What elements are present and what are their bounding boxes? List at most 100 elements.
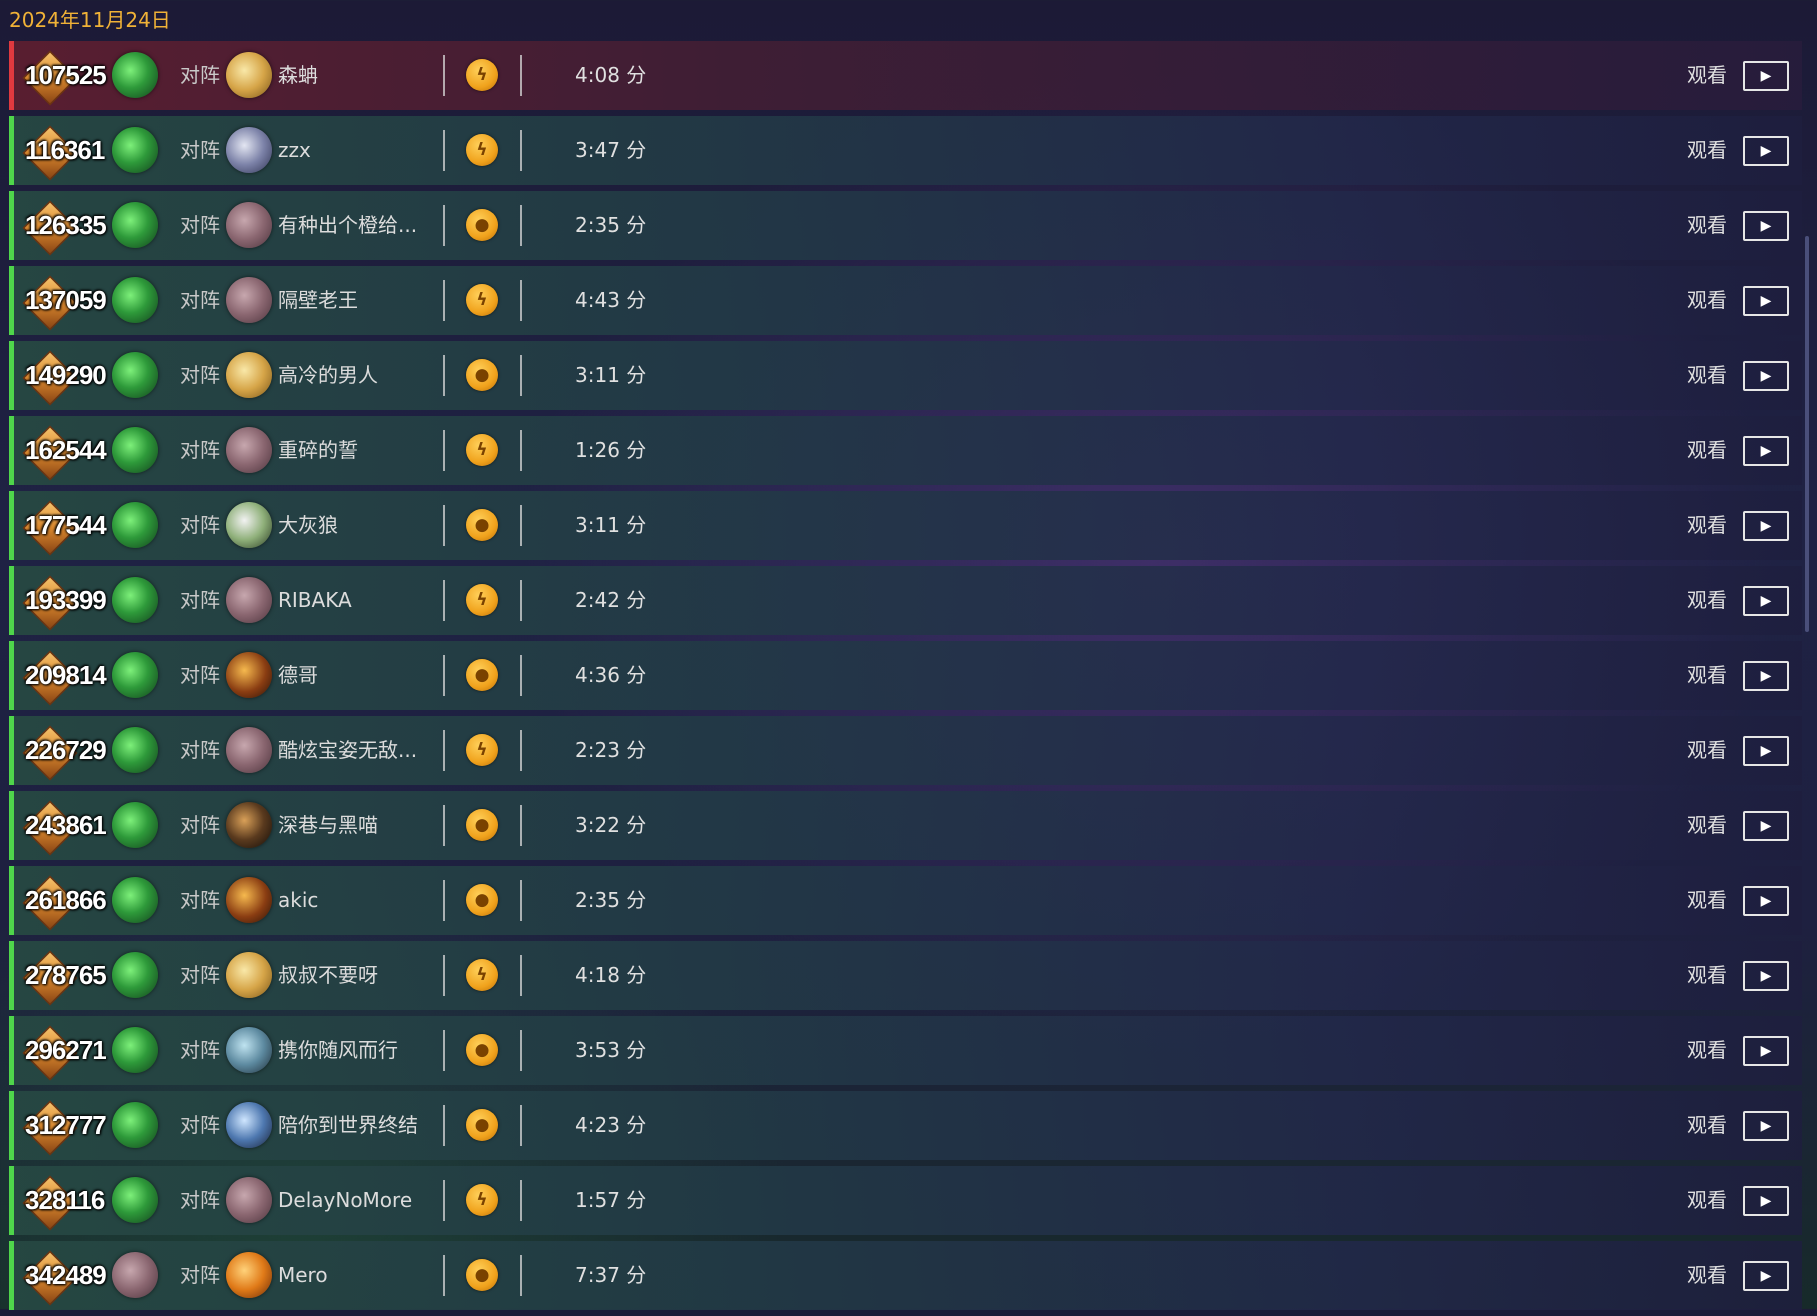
player-hero-icon bbox=[112, 802, 158, 848]
watch-label[interactable]: 观看 bbox=[1687, 1016, 1727, 1085]
play-icon: ▶ bbox=[1760, 443, 1772, 459]
coin-icon: ● bbox=[466, 359, 498, 391]
play-button[interactable]: ▶ bbox=[1743, 1261, 1789, 1291]
result-bar bbox=[9, 1166, 14, 1235]
divider bbox=[443, 1255, 445, 1296]
match-row[interactable]: 126335 对阵 有种出个橙给... ● 2:35 分 观看 ▶ bbox=[9, 191, 1802, 260]
match-row[interactable]: 177544 对阵 大灰狼 ● 3:11 分 观看 ▶ bbox=[9, 491, 1802, 560]
play-button[interactable]: ▶ bbox=[1743, 511, 1789, 541]
watch-label[interactable]: 观看 bbox=[1687, 866, 1727, 935]
match-row[interactable]: 328116 对阵 DelayNoMore ϟ 1:57 分 观看 ▶ bbox=[9, 1166, 1802, 1235]
match-row[interactable]: 116361 对阵 zzx ϟ 3:47 分 观看 ▶ bbox=[9, 116, 1802, 185]
divider bbox=[520, 205, 522, 246]
match-row[interactable]: 137059 对阵 隔壁老王 ϟ 4:43 分 观看 ▶ bbox=[9, 266, 1802, 335]
result-bar bbox=[9, 266, 14, 335]
divider bbox=[520, 55, 522, 96]
play-button[interactable]: ▶ bbox=[1743, 661, 1789, 691]
player-hero-icon bbox=[112, 502, 158, 548]
play-button[interactable]: ▶ bbox=[1743, 136, 1789, 166]
scrollbar[interactable] bbox=[1805, 236, 1809, 632]
watch-label[interactable]: 观看 bbox=[1687, 566, 1727, 635]
watch-label[interactable]: 观看 bbox=[1687, 41, 1727, 110]
versus-label: 对阵 bbox=[180, 438, 220, 462]
player-hero-icon bbox=[112, 202, 158, 248]
play-button[interactable]: ▶ bbox=[1743, 961, 1789, 991]
watch-label[interactable]: 观看 bbox=[1687, 941, 1727, 1010]
opponent-name: DelayNoMore bbox=[278, 1188, 413, 1212]
play-button[interactable]: ▶ bbox=[1743, 361, 1789, 391]
watch-label[interactable]: 观看 bbox=[1687, 266, 1727, 335]
divider bbox=[520, 805, 522, 846]
match-row[interactable]: 261866 对阵 akic ● 2:35 分 观看 ▶ bbox=[9, 866, 1802, 935]
result-bar bbox=[9, 641, 14, 710]
versus-label: 对阵 bbox=[180, 288, 220, 312]
match-row[interactable]: 209814 对阵 德哥 ● 4:36 分 观看 ▶ bbox=[9, 641, 1802, 710]
play-button[interactable]: ▶ bbox=[1743, 286, 1789, 316]
opponent-name: 叔叔不要呀 bbox=[278, 963, 378, 987]
match-row[interactable]: 296271 对阵 携你随风而行 ● 3:53 分 观看 ▶ bbox=[9, 1016, 1802, 1085]
play-button[interactable]: ▶ bbox=[1743, 1186, 1789, 1216]
opponent-name: 大灰狼 bbox=[278, 513, 338, 537]
play-button[interactable]: ▶ bbox=[1743, 61, 1789, 91]
watch-label[interactable]: 观看 bbox=[1687, 491, 1727, 560]
fire-icon: ϟ bbox=[466, 59, 498, 91]
watch-label[interactable]: 观看 bbox=[1687, 716, 1727, 785]
watch-label[interactable]: 观看 bbox=[1687, 1241, 1727, 1310]
match-duration: 4:36 分 bbox=[575, 663, 647, 687]
player-hero-icon bbox=[112, 577, 158, 623]
match-row[interactable]: 312777 对阵 陪你到世界终结 ● 4:23 分 观看 ▶ bbox=[9, 1091, 1802, 1160]
opponent-hero-icon bbox=[226, 1252, 272, 1298]
match-row[interactable]: 342489 对阵 Mero ● 7:37 分 观看 ▶ bbox=[9, 1241, 1802, 1310]
rank-number: 162544 bbox=[25, 435, 107, 465]
play-icon: ▶ bbox=[1760, 1043, 1772, 1059]
match-row[interactable]: 278765 对阵 叔叔不要呀 ϟ 4:18 分 观看 ▶ bbox=[9, 941, 1802, 1010]
rank-number: 116361 bbox=[25, 135, 105, 165]
watch-label[interactable]: 观看 bbox=[1687, 191, 1727, 260]
play-icon: ▶ bbox=[1760, 1193, 1772, 1209]
play-button[interactable]: ▶ bbox=[1743, 886, 1789, 916]
watch-label[interactable]: 观看 bbox=[1687, 1091, 1727, 1160]
match-row[interactable]: 162544 对阵 重碎的誓 ϟ 1:26 分 观看 ▶ bbox=[9, 416, 1802, 485]
versus-label: 对阵 bbox=[180, 63, 220, 87]
play-button[interactable]: ▶ bbox=[1743, 1111, 1789, 1141]
watch-label[interactable]: 观看 bbox=[1687, 116, 1727, 185]
watch-label[interactable]: 观看 bbox=[1687, 341, 1727, 410]
rank-number: 342489 bbox=[25, 1260, 107, 1290]
match-row[interactable]: 107525 对阵 森蚺 ϟ 4:08 分 观看 ▶ bbox=[9, 41, 1802, 110]
versus-label: 对阵 bbox=[180, 1113, 220, 1137]
result-bar bbox=[9, 1241, 14, 1310]
result-bar bbox=[9, 716, 14, 785]
play-icon: ▶ bbox=[1760, 968, 1772, 984]
match-row[interactable]: 193399 对阵 RIBAKA ϟ 2:42 分 观看 ▶ bbox=[9, 566, 1802, 635]
match-row[interactable]: 243861 对阵 深巷与黑喵 ● 3:22 分 观看 ▶ bbox=[9, 791, 1802, 860]
divider bbox=[520, 1180, 522, 1221]
divider bbox=[443, 205, 445, 246]
play-button[interactable]: ▶ bbox=[1743, 436, 1789, 466]
rank-number: 261866 bbox=[25, 885, 107, 915]
watch-label[interactable]: 观看 bbox=[1687, 641, 1727, 710]
divider bbox=[443, 1105, 445, 1146]
watch-label[interactable]: 观看 bbox=[1687, 416, 1727, 485]
match-duration: 2:23 分 bbox=[575, 738, 647, 762]
opponent-hero-icon bbox=[226, 952, 272, 998]
match-duration: 4:43 分 bbox=[575, 288, 647, 312]
watch-label[interactable]: 观看 bbox=[1687, 1166, 1727, 1235]
match-duration: 3:47 分 bbox=[575, 138, 647, 162]
versus-label: 对阵 bbox=[180, 888, 220, 912]
result-bar bbox=[9, 1016, 14, 1085]
fire-icon: ϟ bbox=[466, 1184, 498, 1216]
play-button[interactable]: ▶ bbox=[1743, 211, 1789, 241]
divider bbox=[443, 580, 445, 621]
divider bbox=[520, 880, 522, 921]
opponent-hero-icon bbox=[226, 1027, 272, 1073]
play-button[interactable]: ▶ bbox=[1743, 1036, 1789, 1066]
watch-label[interactable]: 观看 bbox=[1687, 791, 1727, 860]
match-row[interactable]: 149290 对阵 高冷的男人 ● 3:11 分 观看 ▶ bbox=[9, 341, 1802, 410]
play-button[interactable]: ▶ bbox=[1743, 736, 1789, 766]
play-button[interactable]: ▶ bbox=[1743, 586, 1789, 616]
fire-icon: ϟ bbox=[466, 134, 498, 166]
result-bar bbox=[9, 41, 14, 110]
match-row[interactable]: 226729 对阵 酷炫宝姿无敌... ϟ 2:23 分 观看 ▶ bbox=[9, 716, 1802, 785]
play-button[interactable]: ▶ bbox=[1743, 811, 1789, 841]
coin-icon: ● bbox=[466, 809, 498, 841]
